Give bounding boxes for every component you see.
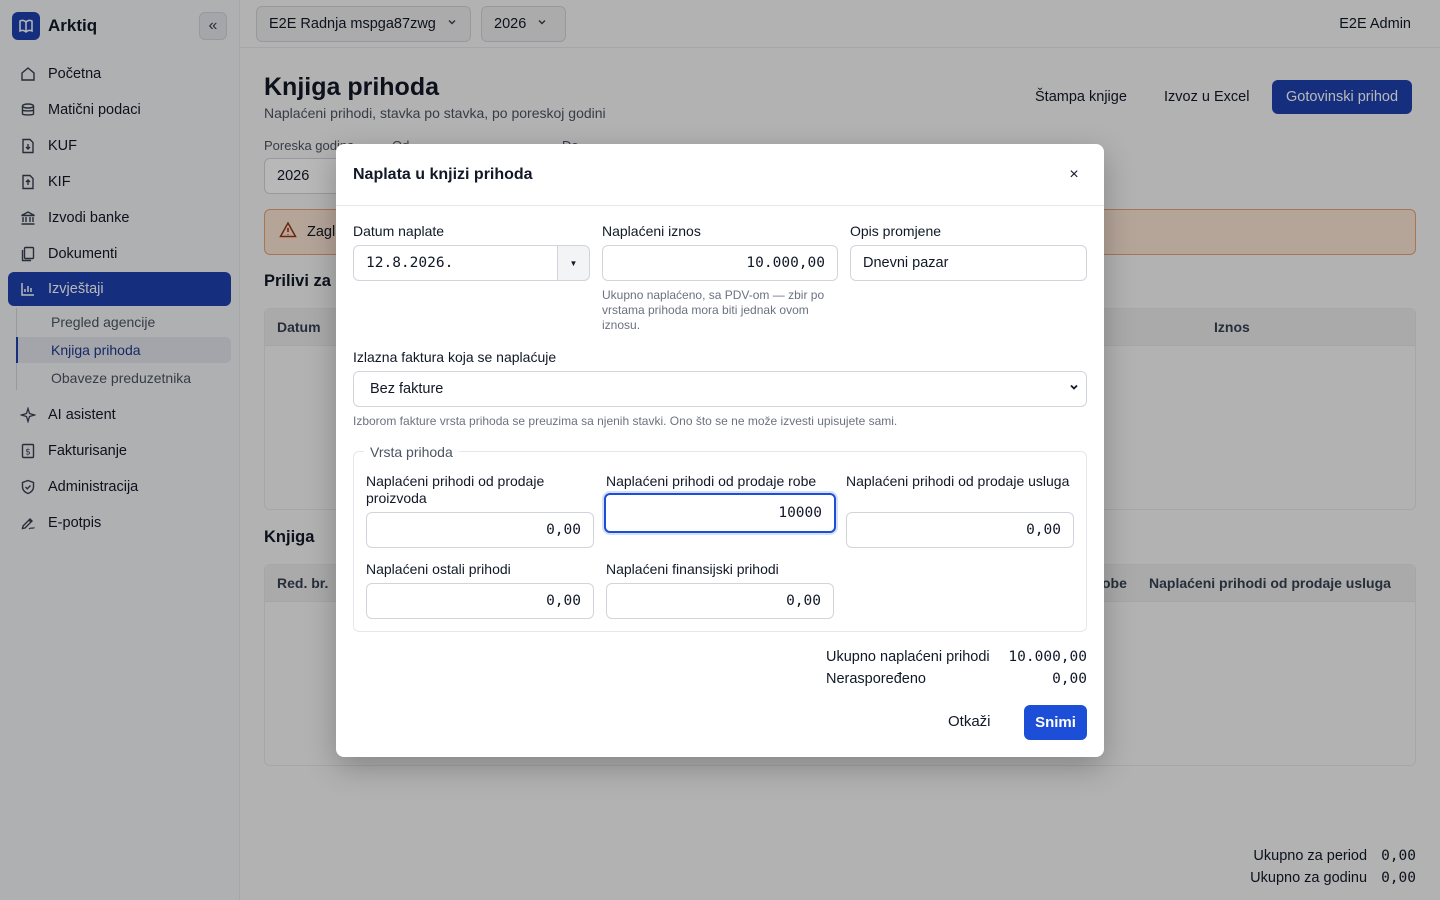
goods-income-value: 10000 [778,505,822,521]
close-icon[interactable]: × [1066,166,1082,183]
payment-date-input[interactable]: 12.8.2026. [353,245,558,281]
dialog-title: Naplata u knjizi prihoda [353,166,533,183]
change-description-input[interactable]: Dnevni pazar [850,245,1087,281]
services-income-label: Naplaćeni prihodi od prodaje usluga [846,473,1070,489]
invoice-select-label: Izlazna faktura koja se naplaćuje [353,349,557,365]
paid-amount-value: 10.000,00 [746,255,825,271]
products-income-input[interactable]: 0,00 [366,512,594,548]
save-button[interactable]: Snimi [1024,705,1087,740]
other-income-label: Naplaćeni ostali prihodi [366,561,511,577]
change-description-value: Dnevni pazar [863,255,949,271]
change-description-label: Opis promjene [850,223,942,239]
paid-amount-input[interactable]: 10.000,00 [602,245,838,281]
total-collected-label: Ukupno naplaćeni prihodi [826,649,990,665]
unallocated-label: Neraspoređeno [826,671,926,687]
financial-income-input[interactable]: 0,00 [606,583,834,619]
date-picker-button[interactable]: ▼ [557,245,590,281]
income-payment-dialog: Naplata u knjizi prihoda × Datum naplate… [336,144,1104,757]
services-income-value: 0,00 [1026,522,1061,538]
invoice-help: Izborom fakture vrsta prihoda se preuzim… [353,414,898,428]
products-income-value: 0,00 [546,522,581,538]
unallocated-value: 0,00 [1052,671,1087,687]
chevron-down-icon [1068,381,1080,397]
income-type-legend: Vrsta prihoda [364,444,459,460]
invoice-select[interactable]: Bez fakture [353,371,1087,407]
dialog-header: Naplata u knjizi prihoda × [336,144,1104,206]
goods-income-input[interactable]: 10000 [604,493,836,533]
caret-down-icon: ▼ [569,258,578,268]
services-income-input[interactable]: 0,00 [846,512,1074,548]
goods-income-label: Naplaćeni prihodi od prodaje robe [606,473,817,489]
payment-date-label: Datum naplate [353,223,445,239]
payment-date-value: 12.8.2026. [366,255,454,271]
invoice-select-value: Bez fakture [370,381,444,397]
other-income-input[interactable]: 0,00 [366,583,594,619]
cancel-button[interactable]: Otkaži [948,713,991,730]
financial-income-value: 0,00 [786,593,821,609]
paid-amount-label: Naplaćeni iznos [602,223,701,239]
total-collected-value: 10.000,00 [1008,649,1087,665]
paid-amount-help: Ukupno naplaćeno, sa PDV-om — zbir po vr… [602,288,825,332]
other-income-value: 0,00 [546,593,581,609]
products-income-label: Naplaćeni prihodi od prodaje proizvoda [366,473,545,506]
financial-income-label: Naplaćeni finansijski prihodi [606,561,779,577]
